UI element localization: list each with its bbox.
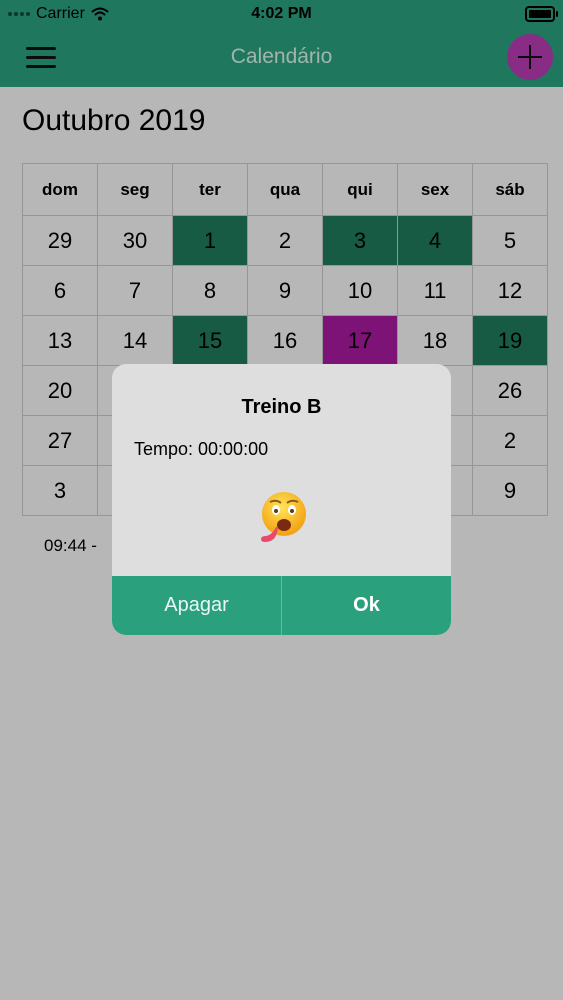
dialog-actions: Apagar Ok (112, 576, 451, 635)
exhausted-face-icon (261, 492, 306, 542)
dialog-time: Tempo: 00:00:00 (134, 439, 269, 459)
workout-dialog: Treino B Tempo: 00:00:00 Apagar Ok (112, 364, 451, 635)
ok-button[interactable]: Ok (281, 576, 451, 635)
dialog-title: Treino B (241, 396, 322, 418)
delete-button[interactable]: Apagar (112, 576, 281, 635)
